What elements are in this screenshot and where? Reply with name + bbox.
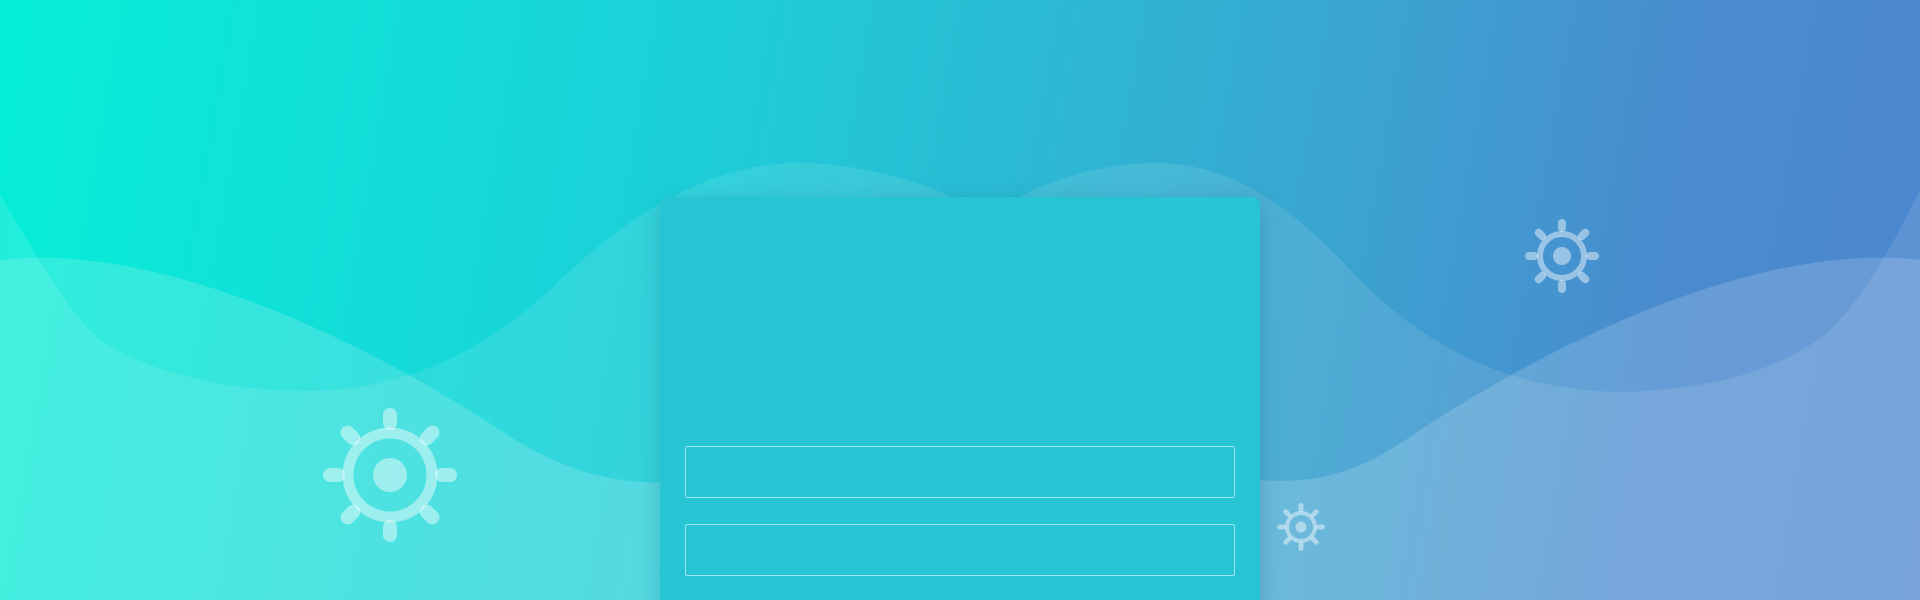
gear-icon bbox=[1524, 218, 1600, 294]
form-card bbox=[660, 197, 1260, 600]
gear-icon bbox=[1276, 502, 1326, 552]
page-background bbox=[0, 0, 1920, 600]
form-input-1[interactable] bbox=[685, 446, 1235, 498]
gear-icon bbox=[320, 405, 460, 545]
form-input-2[interactable] bbox=[685, 524, 1235, 576]
